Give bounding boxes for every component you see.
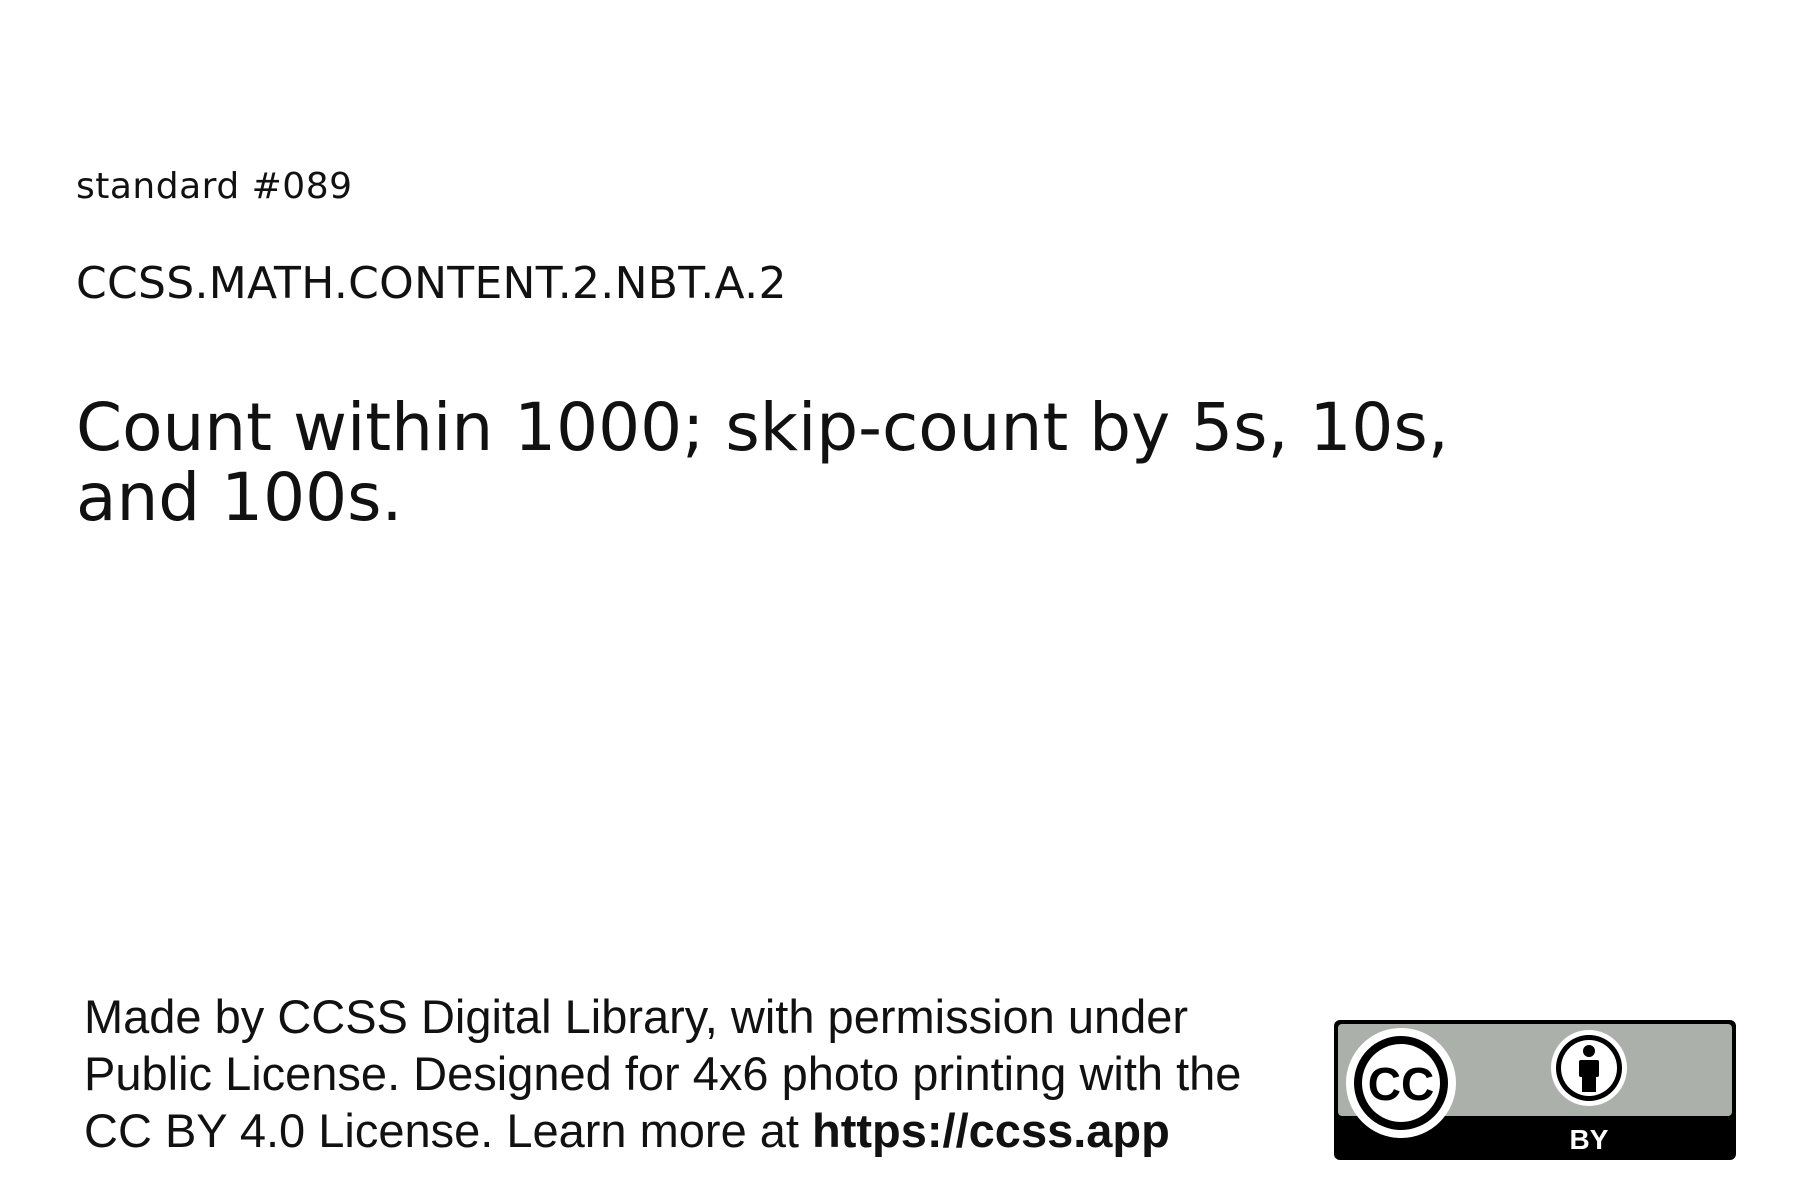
cc-by-license-badge[interactable]: CC BY <box>1332 1018 1738 1162</box>
standard-code: CCSS.MATH.CONTENT.2.NBT.A.2 <box>76 258 787 309</box>
standard-number: standard #089 <box>76 166 353 207</box>
attribution-line-2: Public License. Designed for 4x6 photo p… <box>84 1047 1242 1100</box>
by-label: BY <box>1570 1124 1609 1155</box>
attribution-line-3: CC BY 4.0 License. Learn more at <box>84 1104 813 1157</box>
cc-logo-text: CC <box>1368 1058 1434 1110</box>
attribution-person-icon <box>1551 1030 1627 1106</box>
standard-description: Count within 1000; skip-count by 5s, 10s… <box>76 389 1449 536</box>
standard-card: standard #089 CCSS.MATH.CONTENT.2.NBT.A.… <box>0 0 1800 1200</box>
cc-logo-icon: CC <box>1346 1028 1456 1138</box>
attribution-text: Made by CCSS Digital Library, with permi… <box>84 988 1314 1159</box>
attribution-line-1: Made by CCSS Digital Library, with permi… <box>84 990 1189 1043</box>
ccss-app-link[interactable]: https://ccss.app <box>812 1104 1170 1157</box>
